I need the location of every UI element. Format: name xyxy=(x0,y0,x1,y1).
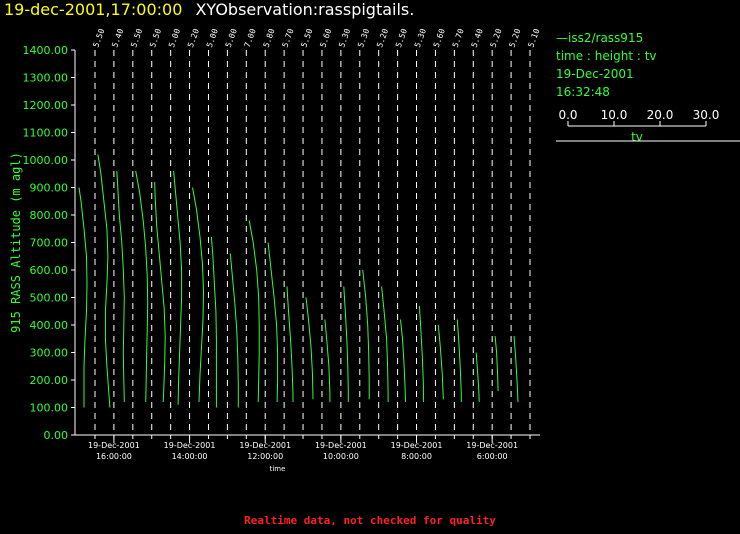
x-tick-date: 19-Dec-2001 xyxy=(391,441,443,450)
pigtail-series xyxy=(456,319,462,402)
pigtail-series xyxy=(229,253,239,408)
y-axis-label: 915 RASS Altitude (m agl) xyxy=(9,152,23,333)
pigtail-series xyxy=(362,269,370,400)
pigtail-series xyxy=(381,286,389,402)
x-tick-date: 19-Dec-2001 xyxy=(164,441,216,450)
y-tick-label: 0.00 xyxy=(44,429,69,442)
top-reference-label: 5.40 xyxy=(110,27,125,48)
top-reference-label: 5.30 xyxy=(337,27,352,48)
top-reference-label: 5.50 xyxy=(129,27,144,48)
y-tick-label: 1000.00 xyxy=(23,154,69,167)
pigtail-series xyxy=(267,242,279,403)
x-tick-date: 19-Dec-2001 xyxy=(466,441,518,450)
y-tick-label: 900.00 xyxy=(30,182,69,195)
y-tick-label: 1200.00 xyxy=(23,99,69,112)
pigtail-series xyxy=(400,319,406,403)
top-reference-label: 5.50 xyxy=(394,27,409,48)
chart-marks xyxy=(78,154,519,408)
pigtail-series xyxy=(286,286,294,402)
legend-scale: 0.0 10.0 20.0 30.0 tv xyxy=(556,108,740,144)
pigtail-series xyxy=(173,170,183,405)
top-reference-label: 5.00 xyxy=(167,27,182,48)
pigtail-series xyxy=(116,170,125,403)
scale-tick-label: 0.0 xyxy=(558,108,577,122)
top-reference-label: 5.30 xyxy=(413,27,428,48)
pigtail-series xyxy=(192,187,205,403)
y-tick-label: 1300.00 xyxy=(23,72,69,85)
top-reference-label: 5.00 xyxy=(224,27,239,48)
x-tick-date: 19-Dec-2001 xyxy=(88,441,140,450)
chart-axes: 0.00 100.00 200.00 300.00 400.00 500.00 600.00… xyxy=(9,27,542,473)
y-tick-label: 500.00 xyxy=(30,292,69,305)
x-tick-time: 12:00:00 xyxy=(247,452,283,461)
top-reference-label: 5.50 xyxy=(91,27,106,48)
top-reference-label: 5.50 xyxy=(299,27,314,48)
y-tick-label: 800.00 xyxy=(30,209,69,222)
x-tick-time: 14:00:00 xyxy=(172,452,208,461)
pigtail-series xyxy=(418,305,424,402)
pigtail-series xyxy=(305,297,314,400)
x-tick-date: 19-Dec-2001 xyxy=(315,441,367,450)
pigtail-series xyxy=(210,236,217,408)
top-reference-label: 5.10 xyxy=(526,27,541,48)
pigtail-series xyxy=(97,154,111,408)
top-reference-label: 5.70 xyxy=(281,27,296,48)
top-reference-label: 5.20 xyxy=(489,27,504,48)
scale-tick-label: 20.0 xyxy=(647,108,674,122)
top-reference-label: 5.30 xyxy=(356,27,371,48)
scale-label: tv xyxy=(631,130,643,144)
top-reference-label: 5.20 xyxy=(375,27,390,48)
legend-axes-desc: time : height : tv xyxy=(556,49,657,63)
pigtail-series xyxy=(343,286,349,402)
y-tick-label: 700.00 xyxy=(30,237,69,250)
y-tick-label: 100.00 xyxy=(30,402,69,415)
pigtail-series xyxy=(154,181,166,403)
scale-tick-label: 10.0 xyxy=(601,108,628,122)
pigtail-series xyxy=(494,335,499,392)
top-reference-label: 5.00 xyxy=(205,27,220,48)
pigtail-series xyxy=(513,335,519,403)
y-tick-label: 1100.00 xyxy=(23,127,69,140)
y-tick-label: 300.00 xyxy=(30,347,69,360)
top-reference-label: 5.60 xyxy=(318,27,333,48)
top-reference-label: 7.00 xyxy=(243,27,258,48)
pigtail-series xyxy=(248,220,260,403)
legend-station-name: iss2/rass915 xyxy=(568,31,644,45)
top-reference-label: 5.50 xyxy=(148,27,163,48)
legend-station: —iss2/rass915 xyxy=(556,29,740,47)
legend-date: 19-Dec-2001 xyxy=(556,67,634,81)
x-tick-date: 19-Dec-2001 xyxy=(239,441,291,450)
pigtail-series xyxy=(324,319,331,402)
top-reference-label: 5.40 xyxy=(470,27,485,48)
top-reference-label: 5.80 xyxy=(262,27,277,48)
quality-notice: Realtime data, not checked for quality xyxy=(244,514,496,527)
top-reference-label: 5.60 xyxy=(432,27,447,48)
top-reference-label: 5.20 xyxy=(508,27,523,48)
x-tick-time: 8:00:00 xyxy=(401,452,432,461)
y-tick-label: 400.00 xyxy=(30,319,69,332)
top-reference-label: 5.70 xyxy=(451,27,466,48)
x-tick-time: 10:00:00 xyxy=(323,452,359,461)
legend-time: 16:32:48 xyxy=(556,85,610,99)
pigtail-series xyxy=(437,324,444,400)
pigtail-series xyxy=(135,170,149,403)
x-tick-time: 16:00:00 xyxy=(96,452,132,461)
x-tick-time: 6:00:00 xyxy=(477,452,508,461)
y-tick-label: 1400.00 xyxy=(23,44,69,57)
pigtail-series xyxy=(475,352,480,403)
pigtail-series xyxy=(78,187,88,408)
legend-line-swatch: — xyxy=(556,31,568,45)
top-reference-label: 5.20 xyxy=(186,27,201,48)
x-axis-label: time xyxy=(270,465,286,473)
y-tick-label: 600.00 xyxy=(30,264,69,277)
y-tick-label: 200.00 xyxy=(30,374,69,387)
scale-tick-label: 30.0 xyxy=(693,108,720,122)
legend-panel: —iss2/rass915 time : height : tv 19-Dec-… xyxy=(556,29,740,144)
